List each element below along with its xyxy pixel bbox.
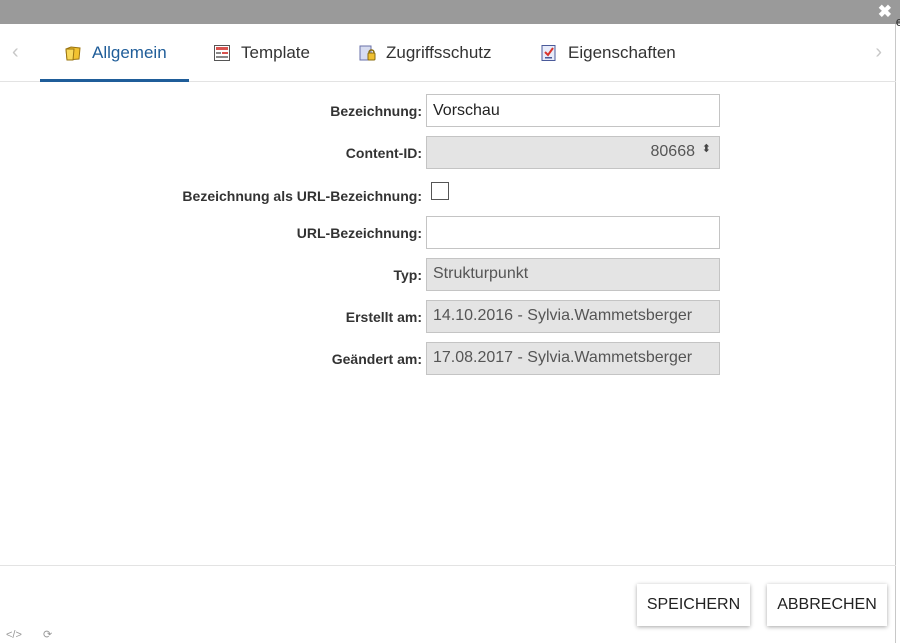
typ-label: Typ: (393, 267, 422, 283)
erstellt-label: Erstellt am: (345, 309, 422, 325)
content-id-label: Content-ID: (345, 145, 422, 161)
footer-tools: </> ⟳ (6, 628, 70, 641)
bezeichnung-label: Bezeichnung: (330, 103, 422, 119)
tab-scroll-left-icon[interactable]: ‹ (12, 42, 19, 62)
url-bezeichnung-label: URL-Bezeichnung: (296, 225, 422, 241)
template-icon (213, 44, 231, 62)
typ-field: Strukturpunkt (426, 258, 720, 291)
content-id-value: 80668 (650, 143, 696, 160)
url-flag-label: Bezeichnung als URL-Bezeichnung: (182, 188, 422, 204)
row-geaendert: Geändert am: 17.08.2017 - Sylvia.Wammets… (0, 342, 896, 376)
lock-icon (358, 44, 376, 62)
code-icon[interactable]: </> (6, 629, 22, 641)
properties-dialog: ‹ Allgemein Template Zugriffsschutz Eige… (0, 24, 896, 643)
tab-allgemein[interactable]: Allgemein (40, 24, 189, 82)
edge-fragment-text: e (895, 14, 900, 29)
checklist-icon (540, 44, 558, 62)
save-button[interactable]: SPEICHERN (637, 584, 750, 626)
tab-label: Allgemein (92, 43, 167, 62)
row-bezeichnung: Bezeichnung: (0, 94, 896, 128)
row-url-flag: Bezeichnung als URL-Bezeichnung: (0, 182, 896, 216)
tab-bar: ‹ Allgemein Template Zugriffsschutz Eige… (0, 24, 896, 82)
cancel-button[interactable]: ABBRECHEN (767, 584, 887, 626)
bezeichnung-input[interactable] (426, 94, 720, 127)
tab-eigenschaften[interactable]: Eigenschaften (540, 24, 676, 82)
url-bezeichnung-input[interactable] (426, 216, 720, 249)
content-id-field: 80668 ⬍ (426, 136, 720, 169)
tab-zugriffsschutz[interactable]: Zugriffsschutz (358, 24, 492, 82)
refresh-icon[interactable]: ⟳ (43, 629, 52, 641)
tab-label: Eigenschaften (568, 43, 676, 62)
spinner-icon: ⬍ (701, 143, 711, 155)
row-erstellt: Erstellt am: 14.10.2016 - Sylvia.Wammets… (0, 300, 896, 334)
dialog-footer: SPEICHERN ABBRECHEN </> ⟳ (0, 565, 896, 643)
url-flag-checkbox[interactable] (431, 182, 449, 200)
erstellt-field: 14.10.2016 - Sylvia.Wammetsberger (426, 300, 720, 333)
row-content-id: Content-ID: 80668 ⬍ (0, 136, 896, 170)
tab-template[interactable]: Template (213, 24, 310, 82)
close-icon[interactable]: ✖ (878, 3, 892, 21)
row-typ: Typ: Strukturpunkt (0, 258, 896, 292)
window-titlebar: ✖ (0, 0, 900, 24)
geaendert-field: 17.08.2017 - Sylvia.Wammetsberger (426, 342, 720, 375)
tab-scroll-right-icon[interactable]: › (875, 42, 882, 62)
tab-label: Template (241, 43, 310, 62)
tab-label: Zugriffsschutz (386, 43, 492, 62)
row-url-bezeichnung: URL-Bezeichnung: (0, 216, 896, 250)
folder-icon (64, 44, 82, 62)
geaendert-label: Geändert am: (331, 351, 422, 367)
